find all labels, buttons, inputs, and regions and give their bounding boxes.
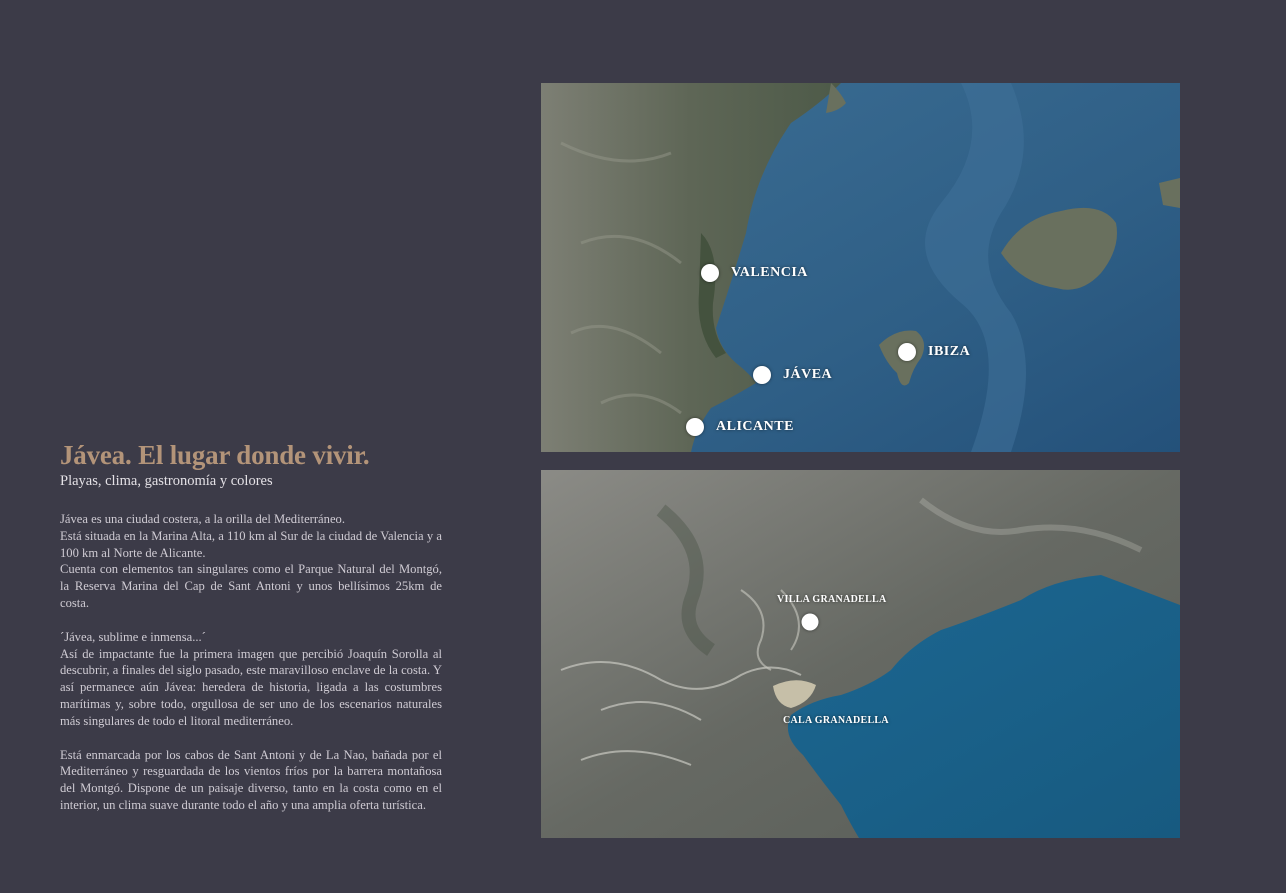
javea-label: JÁVEA [783, 367, 833, 382]
intro-column: Jávea. El lugar donde vivir. Playas, cli… [60, 440, 442, 831]
intro-paragraph-1: Jávea es una ciudad costera, a la orilla… [60, 511, 442, 612]
quote-line: ´Jávea, sublime e inmensa...´ [60, 629, 206, 644]
ibiza-marker[interactable] [898, 343, 916, 361]
ibiza-label: IBIZA [928, 344, 971, 359]
paragraph-line: Está situada en la Marina Alta, a 110 km… [60, 528, 442, 560]
paragraph-line: Está enmarcada por los cabos de Sant Ant… [60, 747, 442, 812]
intro-paragraph-3: Está enmarcada por los cabos de Sant Ant… [60, 747, 442, 814]
page-title: Jávea. El lugar donde vivir. [60, 440, 370, 470]
valencia-marker[interactable] [701, 264, 719, 282]
paragraph-line: Jávea es una ciudad costera, a la orilla… [60, 512, 345, 526]
villa-granadella-marker[interactable] [801, 613, 819, 631]
javea-marker[interactable] [753, 366, 771, 384]
alicante-marker[interactable] [686, 418, 704, 436]
local-map-image [541, 470, 1180, 838]
paragraph-line: Cuenta con elementos tan singulares como… [60, 562, 442, 610]
paragraph-line: Así de impactante fue la primera imagen … [60, 646, 442, 728]
cala-granadella-label: CALA GRANADELLA [783, 715, 889, 726]
regional-map-image [541, 83, 1180, 452]
local-satellite-map: VILLA GRANADELLA CALA GRANADELLA [541, 470, 1180, 838]
intro-paragraph-2: ´Jávea, sublime e inmensa...´ Así de imp… [60, 629, 442, 730]
valencia-label: VALENCIA [731, 265, 808, 280]
alicante-label: ALICANTE [716, 419, 794, 434]
page-subtitle: Playas, clima, gastronomía y colores [60, 473, 273, 489]
regional-satellite-map: VALENCIA JÁVEA ALICANTE IBIZA [541, 83, 1180, 452]
villa-granadella-label: VILLA GRANADELLA [777, 594, 887, 605]
